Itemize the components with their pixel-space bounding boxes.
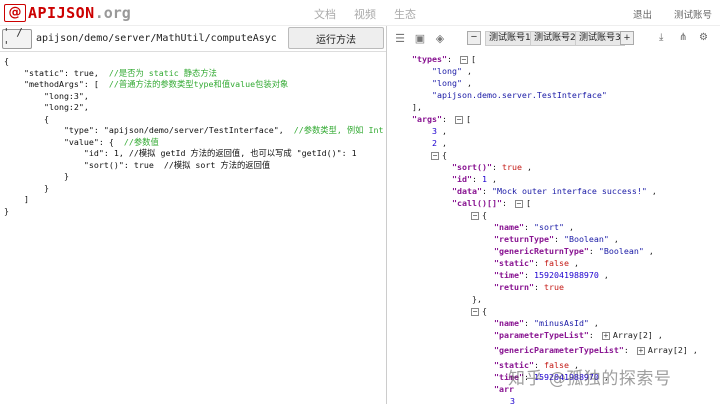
method-selector-button[interactable]: ' / ' (2, 26, 32, 52)
editor-code: "static": true, (4, 67, 109, 78)
logo-name: APIJSON (28, 3, 95, 22)
top-nav: 文档 视频 生态 (314, 6, 416, 22)
account-tab-1[interactable]: 测试账号1 (485, 31, 535, 46)
editor-line: } (4, 183, 384, 195)
add-account-button[interactable]: + (620, 31, 634, 45)
editor-line: "methodArgs": [ //普通方法的参数类型type和值value包装… (4, 79, 384, 91)
json-line: "parameterTypeList": + Array[2] , (494, 330, 663, 340)
editor-line: } (4, 206, 384, 218)
header-actions: 退出 测试账号 (633, 7, 712, 21)
watermark: 知乎 @孤独的探索号 (508, 369, 672, 389)
editor-code: "type": "apijson/demo/server/TestInterfa… (4, 125, 294, 135)
json-line: "long" , (432, 66, 472, 76)
save-icon[interactable]: ▣ (413, 32, 427, 46)
json-line: ], (412, 102, 422, 112)
editor-code: } (4, 182, 49, 193)
logo-ext: .org (94, 3, 131, 22)
editor-line: "static": true, //是否为 static 静态方法 (4, 68, 384, 80)
response-toolbar: ☰ ▣ ◈ − 测试账号1 测试账号2 测试账号3 + ⤓ ⋔ ⚙ (387, 26, 720, 52)
json-line: 3 (510, 396, 515, 404)
download-icon[interactable]: ⤓ (659, 32, 663, 43)
editor-line: } (4, 171, 384, 183)
collapse-toggle-icon[interactable]: − (431, 151, 439, 160)
json-line: −{ (471, 210, 487, 220)
remove-account-button[interactable]: − (467, 31, 481, 45)
json-line: "genericReturnType": "Boolean" , (494, 246, 654, 256)
json-line: "return": true (494, 282, 564, 292)
json-line: "sort()": true , (452, 162, 532, 172)
editor-line: { (4, 56, 384, 68)
logo[interactable]: @ APIJSON .org (4, 3, 131, 22)
editor-line: "long:3", (4, 91, 384, 103)
expand-toggle-icon[interactable]: + (601, 331, 610, 340)
editor-code: ] (4, 194, 29, 204)
test-account-link[interactable]: 测试账号 (674, 7, 712, 21)
json-line: "call()[]": −[ (452, 198, 531, 208)
collapse-toggle-icon[interactable]: − (459, 55, 468, 64)
share-icon[interactable]: ⋔ (679, 32, 687, 43)
nav-docs[interactable]: 文档 (314, 6, 336, 22)
editor-comment: //是否为 static 静态方法 (108, 67, 217, 78)
editor-code: } (4, 171, 69, 181)
editor-line: "long:2", (4, 102, 384, 114)
response-viewer: "types": −[ "long" , "long" , "apijson.d… (390, 54, 720, 404)
layers-icon[interactable]: ◈ (433, 32, 447, 46)
settings-icon[interactable]: ⚙ (699, 32, 708, 43)
editor-code: "long:3", (4, 90, 89, 101)
app-header: @ APIJSON .org 文档 视频 生态 退出 测试账号 (0, 0, 720, 26)
editor-code: "long:2", (4, 102, 89, 112)
json-line: "id": 1 , (452, 174, 497, 184)
collapse-toggle-icon[interactable]: − (471, 307, 479, 316)
logo-at-icon: @ (4, 3, 26, 22)
collapse-toggle-icon[interactable]: − (454, 115, 463, 124)
editor-code: { (4, 113, 49, 124)
editor-code: "sort()": true //模拟 sort 方法的返回值 (4, 159, 271, 170)
nav-video[interactable]: 视频 (354, 6, 376, 22)
json-line: "returnType": "Boolean" , (494, 234, 619, 244)
json-line: "genericParameterTypeList": + Array[2] , (494, 345, 698, 355)
nav-ecosystem[interactable]: 生态 (394, 6, 416, 22)
json-line: "time": 1592041988970 , (494, 270, 609, 280)
json-line: 3 , (432, 126, 447, 136)
json-line: "name": "minusAsId" , (494, 318, 599, 328)
collapse-toggle-icon[interactable]: − (514, 199, 523, 208)
url-input[interactable] (36, 28, 282, 49)
editor-code: "methodArgs": [ (4, 79, 109, 89)
json-line: "apijson.demo.server.TestInterface" (432, 90, 607, 100)
editor-code: } (4, 205, 9, 216)
json-line: "long" , (432, 78, 472, 88)
request-editor[interactable]: { "static": true, //是否为 static 静态方法 "met… (4, 56, 384, 217)
expand-toggle-icon[interactable]: + (636, 346, 645, 355)
editor-comment: //参数类型, 例如 Integer (293, 125, 384, 135)
editor-line: "value": { //参数值 (4, 137, 384, 149)
json-line: 2 , (432, 138, 447, 148)
logout-link[interactable]: 退出 (633, 7, 652, 21)
format-icon[interactable]: ☰ (393, 32, 407, 46)
editor-line: "sort()": true //模拟 sort 方法的返回值 (4, 160, 384, 172)
run-method-button[interactable]: 运行方法 (288, 27, 384, 49)
editor-code: "id": 1, //模拟 getId 方法的返回值, 也可以写成 "getId… (4, 148, 357, 158)
editor-code: "value": { (4, 136, 124, 147)
json-line: −{ (431, 150, 447, 160)
json-line: "name": "sort" , (494, 222, 574, 232)
collapse-toggle-icon[interactable]: − (471, 211, 479, 220)
editor-line: ] (4, 194, 384, 206)
editor-comment: //普通方法的参数类型type和值value包装对象 (108, 79, 289, 89)
json-line: "static": false , (494, 258, 579, 268)
editor-line: { (4, 114, 384, 126)
editor-comment: //参数值 (123, 136, 159, 147)
json-line: −{ (471, 306, 487, 316)
json-line: }, (472, 294, 482, 304)
request-toolbar: ' / ' 运行方法 (0, 26, 386, 52)
editor-line: "id": 1, //模拟 getId 方法的返回值, 也可以写成 "getId… (4, 148, 384, 160)
account-tab-2[interactable]: 测试账号2 (530, 31, 580, 46)
account-tab-3[interactable]: 测试账号3 (575, 31, 625, 46)
editor-line: "type": "apijson/demo/server/TestInterfa… (4, 125, 384, 137)
editor-code: { (4, 56, 9, 66)
pane-divider[interactable] (386, 26, 387, 404)
json-line-args: "args": −[ (412, 114, 471, 124)
json-line: "data": "Mock outer interface success!" … (452, 186, 657, 196)
json-line-types: "types": −[ (412, 54, 476, 64)
